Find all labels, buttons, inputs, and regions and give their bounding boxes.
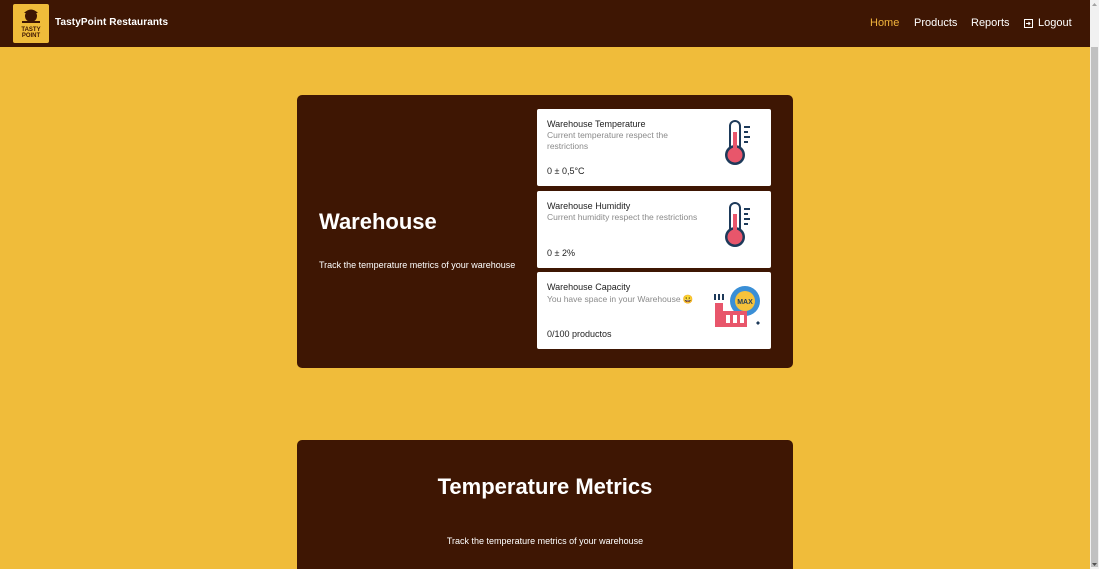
- nav-home-link[interactable]: Home: [870, 17, 899, 29]
- capacity-card: Warehouse Capacity You have space in you…: [537, 272, 771, 349]
- temperature-card: Warehouse Temperature Current temperatur…: [537, 109, 771, 186]
- warehouse-title: Warehouse: [319, 209, 437, 234]
- nav-logout-link[interactable]: Logout: [1038, 17, 1072, 29]
- logo-text-bottom: POINT: [22, 33, 41, 39]
- nav-reports-link[interactable]: Reports: [971, 17, 1010, 29]
- scrollbar-thumb[interactable]: [1091, 47, 1098, 567]
- temperature-metrics-panel: Temperature Metrics Track the temperatur…: [297, 440, 793, 569]
- brand-logo[interactable]: TASTY POINT: [13, 4, 49, 43]
- max-badge-text: MAX: [737, 299, 753, 306]
- warehouse-description: Track the temperature metrics of your wa…: [319, 260, 516, 270]
- card-title: Warehouse Capacity: [547, 282, 631, 292]
- card-value: 0 ± 0,5°C: [547, 166, 585, 176]
- card-title: Warehouse Humidity: [547, 201, 631, 211]
- factory-capacity-icon: MAX: [714, 286, 760, 327]
- logout-icon[interactable]: [1024, 19, 1033, 28]
- card-subtitle: Current humidity respect the restriction…: [547, 212, 698, 222]
- card-subtitle: Current temperature respect the restrict…: [547, 130, 668, 151]
- temperature-metrics-title: Temperature Metrics: [437, 474, 653, 499]
- chef-logo-icon: TASTY POINT: [21, 9, 41, 39]
- humidity-card: Warehouse Humidity Current humidity resp…: [537, 191, 771, 268]
- navbar: TASTY POINT TastyPoint Restaurants Home …: [0, 0, 1090, 47]
- nav-products-link[interactable]: Products: [914, 17, 957, 29]
- card-subtitle: You have space in your Warehouse 😀: [547, 294, 694, 304]
- thermometer-icon: [725, 202, 750, 247]
- thermometer-icon: [725, 120, 750, 165]
- page: TASTY POINT TastyPoint Restaurants Home …: [0, 0, 1099, 569]
- scroll-up-arrow-icon[interactable]: [1090, 0, 1099, 9]
- scroll-down-arrow-icon[interactable]: [1090, 560, 1099, 569]
- card-title: Warehouse Temperature: [547, 119, 646, 129]
- card-value: 0 ± 2%: [547, 248, 575, 258]
- vertical-scrollbar[interactable]: [1090, 0, 1099, 569]
- temperature-metrics-description: Track the temperature metrics of your wa…: [446, 536, 644, 546]
- warehouse-panel: Warehouse Track the temperature metrics …: [297, 95, 793, 368]
- brand-name[interactable]: TastyPoint Restaurants: [55, 17, 168, 28]
- card-value: 0/100 productos: [547, 329, 612, 339]
